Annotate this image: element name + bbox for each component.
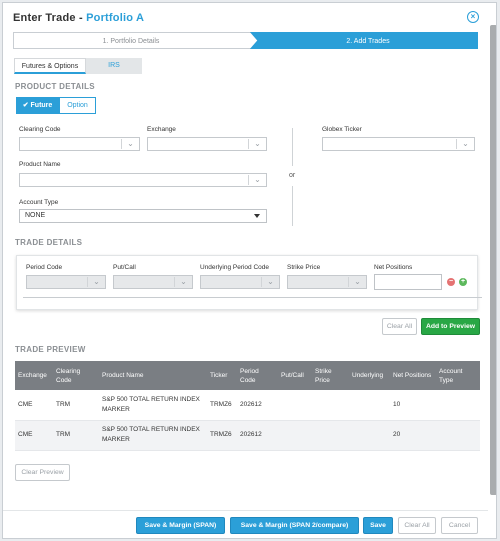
- save-margin-span-button[interactable]: Save & Margin (SPAN): [136, 517, 225, 534]
- col-account-type: Account Type: [436, 361, 480, 390]
- option-toggle[interactable]: Option: [59, 97, 96, 114]
- or-divider-bottom: [292, 186, 293, 226]
- col-put-call: Put/Call: [278, 361, 312, 390]
- account-type-value: NONE: [25, 212, 46, 219]
- close-icon[interactable]: ×: [467, 11, 479, 23]
- account-type-label: Account Type: [19, 199, 59, 206]
- product-name-label: Product Name: [19, 161, 61, 168]
- or-label: or: [289, 172, 296, 179]
- clear-preview-button[interactable]: Clear Preview: [15, 464, 70, 481]
- chevron-down-icon: ⌄: [456, 139, 474, 149]
- col-exchange: Exchange: [15, 361, 53, 390]
- col-net-positions: Net Positions: [390, 361, 436, 390]
- chevron-down-icon: ⌄: [248, 139, 266, 149]
- period-code-label: Period Code: [26, 264, 63, 271]
- exchange-select[interactable]: ⌄: [147, 137, 267, 151]
- cell-ticker: TRMZ6: [207, 390, 237, 421]
- trade-details-heading: TRADE DETAILS: [15, 238, 83, 247]
- strike-price-label: Strike Price: [287, 264, 321, 271]
- cell-exchange: CME: [15, 390, 53, 421]
- dialog-title-prefix: Enter Trade -: [13, 12, 87, 24]
- tab-futures-options[interactable]: Futures & Options: [14, 58, 86, 74]
- trade-details-divider: [23, 297, 482, 298]
- col-clearing-code: Clearing Code: [53, 361, 99, 390]
- cell-clearing-code: TRM: [53, 390, 99, 421]
- col-period-code: Period Code: [237, 361, 278, 390]
- product-name-select[interactable]: ⌄: [19, 173, 267, 187]
- cancel-button[interactable]: Cancel: [441, 517, 478, 534]
- scrollbar[interactable]: [490, 25, 496, 495]
- cell-underlying: [349, 420, 390, 451]
- account-type-select[interactable]: NONE: [19, 209, 267, 223]
- net-positions-label: Net Positions: [374, 264, 413, 271]
- clearing-code-select[interactable]: ⌄: [19, 137, 140, 151]
- period-code-select[interactable]: ⌄: [26, 275, 106, 289]
- clear-all-footer-button[interactable]: Clear All: [398, 517, 436, 534]
- cell-account-type: [436, 420, 480, 451]
- put-call-select[interactable]: ⌄: [113, 275, 193, 289]
- chevron-down-icon: ⌄: [121, 139, 139, 149]
- check-icon: ✔: [22, 102, 31, 109]
- trade-preview-table: Exchange Clearing Code Product Name Tick…: [15, 361, 480, 451]
- clearing-code-label: Clearing Code: [19, 126, 61, 133]
- chevron-down-icon: ⌄: [248, 175, 266, 185]
- add-to-preview-button[interactable]: Add to Preview: [421, 318, 480, 335]
- put-call-label: Put/Call: [113, 264, 136, 271]
- strike-price-select[interactable]: ⌄: [287, 275, 367, 289]
- step-2-label: 2. Add Trades: [346, 38, 390, 45]
- cell-ticker: TRMZ6: [207, 420, 237, 451]
- add-icon[interactable]: +: [459, 278, 467, 286]
- save-button[interactable]: Save: [363, 517, 393, 534]
- cell-put-call: [278, 390, 312, 421]
- step-1-label: 1. Portfolio Details: [103, 38, 160, 45]
- globex-ticker-label: Globex Ticker: [322, 126, 362, 133]
- remove-icon[interactable]: −: [447, 278, 455, 286]
- chevron-down-icon: ⌄: [348, 277, 366, 287]
- dialog-title: Enter Trade - Portfolio A: [13, 12, 144, 24]
- net-positions-input[interactable]: [374, 274, 442, 290]
- trade-preview-heading: TRADE PREVIEW: [15, 345, 86, 354]
- globex-ticker-select[interactable]: ⌄: [322, 137, 475, 151]
- cell-period-code: 202612: [237, 390, 278, 421]
- col-ticker: Ticker: [207, 361, 237, 390]
- exchange-label: Exchange: [147, 126, 176, 133]
- cell-underlying: [349, 390, 390, 421]
- cell-period-code: 202612: [237, 420, 278, 451]
- clear-all-trade-button[interactable]: Clear All: [382, 318, 417, 335]
- or-divider-top: [292, 128, 293, 166]
- future-toggle[interactable]: ✔ Future: [16, 97, 59, 114]
- table-row[interactable]: CME TRM S&P 500 TOTAL RETURN INDEX MARKE…: [15, 420, 480, 451]
- cell-put-call: [278, 420, 312, 451]
- product-details-heading: PRODUCT DETAILS: [15, 82, 95, 91]
- enter-trade-dialog: Enter Trade - Portfolio A × 1. Portfolio…: [2, 2, 497, 539]
- caret-down-icon: [254, 214, 260, 218]
- underlying-period-code-select[interactable]: ⌄: [200, 275, 280, 289]
- table-header-row: Exchange Clearing Code Product Name Tick…: [15, 361, 480, 390]
- chevron-down-icon: ⌄: [87, 277, 105, 287]
- cell-strike-price: [312, 390, 349, 421]
- table-row[interactable]: CME TRM S&P 500 TOTAL RETURN INDEX MARKE…: [15, 390, 480, 421]
- cell-net-positions: 10: [390, 390, 436, 421]
- portfolio-name: Portfolio A: [86, 12, 145, 24]
- chevron-down-icon: ⌄: [261, 277, 279, 287]
- cell-net-positions: 20: [390, 420, 436, 451]
- col-product-name: Product Name: [99, 361, 207, 390]
- col-strike-price: Strike Price: [312, 361, 349, 390]
- cell-exchange: CME: [15, 420, 53, 451]
- col-underlying: Underlying: [349, 361, 390, 390]
- cell-product-name: S&P 500 TOTAL RETURN INDEX MARKER: [99, 420, 207, 451]
- cell-clearing-code: TRM: [53, 420, 99, 451]
- cell-strike-price: [312, 420, 349, 451]
- chevron-down-icon: ⌄: [174, 277, 192, 287]
- wizard-steps: 1. Portfolio Details 2. Add Trades: [13, 32, 478, 49]
- cell-product-name: S&P 500 TOTAL RETURN INDEX MARKER: [99, 390, 207, 421]
- future-label: Future: [30, 102, 53, 109]
- cell-account-type: [436, 390, 480, 421]
- save-margin-span2-button[interactable]: Save & Margin (SPAN 2/compare): [230, 517, 359, 534]
- tab-irs[interactable]: IRS: [86, 58, 142, 74]
- underlying-period-code-label: Underlying Period Code: [200, 264, 270, 271]
